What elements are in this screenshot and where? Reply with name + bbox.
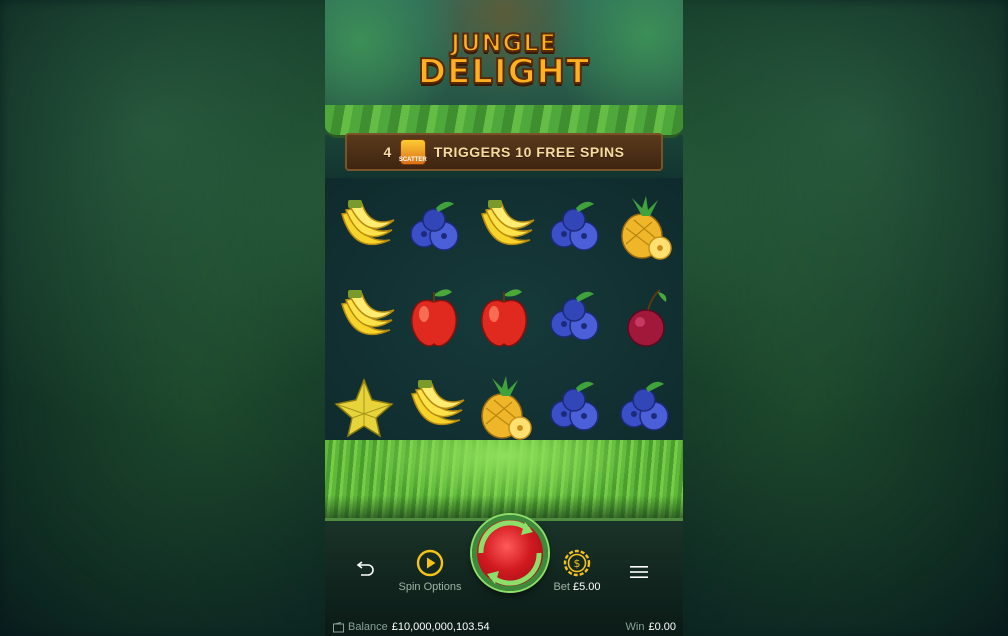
blueberry-icon	[410, 201, 459, 251]
back-button[interactable]	[355, 561, 375, 577]
balance-label: Balance	[348, 621, 388, 633]
reel-area	[325, 178, 683, 450]
free-spins-banner: 4 SCATTER TRIGGERS 10 FREE SPINS	[345, 133, 663, 171]
pineapple-icon	[481, 376, 532, 440]
reel-symbol-banana	[329, 184, 399, 274]
spin-icon	[478, 520, 542, 586]
control-bar: Spin Options $ Bet £5.00 Balance £10,000…	[325, 515, 683, 636]
banner-text: TRIGGERS 10 FREE SPINS	[433, 144, 625, 160]
banana-icon	[411, 380, 465, 425]
bet-value: £5.00	[573, 581, 601, 593]
logo-line1: JUNGLE	[450, 28, 557, 57]
reel-symbol-apple	[469, 274, 539, 364]
banana-icon	[341, 200, 395, 245]
reel-symbol-pineapple	[609, 184, 679, 274]
hamburger-icon	[630, 566, 648, 578]
spin-button[interactable]	[472, 515, 548, 591]
apple-icon	[411, 289, 457, 347]
reel-symbol-banana	[469, 184, 539, 274]
reel-grid	[329, 184, 679, 454]
logo-line2: DELIGHT	[417, 51, 591, 92]
scatter-badge-label: SCATTER	[398, 157, 427, 163]
game-logo: JUNGLE DELIGHT	[417, 22, 590, 97]
reel-symbol-blueberry	[539, 184, 609, 274]
win-label: Win	[625, 621, 645, 633]
play-circle-icon	[416, 549, 444, 577]
blueberry-icon	[550, 201, 599, 251]
win-value: £0.00	[648, 621, 676, 633]
grass-foreground	[325, 440, 683, 520]
balance-value: £10,000,000,103.54	[391, 621, 490, 633]
undo-arrow-icon	[356, 561, 374, 576]
reel-symbol-banana	[329, 274, 399, 364]
banner-count: 4	[383, 144, 392, 160]
reel-symbol-blueberry	[399, 184, 469, 274]
spin-options-label: Spin Options	[398, 581, 462, 593]
apple-icon	[481, 289, 527, 347]
spin-options-button[interactable]: Spin Options	[385, 549, 475, 593]
banana-icon	[341, 290, 395, 335]
pineapple-icon	[621, 196, 672, 260]
reel-symbol-blueberry	[539, 274, 609, 364]
scatter-icon: SCATTER	[398, 139, 427, 165]
coin-icon: $	[563, 549, 591, 577]
win-display: Win £0.00	[626, 621, 676, 633]
blueberry-icon	[550, 291, 599, 341]
status-footer: Balance £10,000,000,103.54 Win £0.00	[325, 615, 683, 636]
reel-symbol-plum	[609, 274, 679, 364]
bet-label: Bet	[553, 581, 570, 593]
svg-text:$: $	[574, 557, 581, 570]
reel-symbol-apple	[399, 274, 469, 364]
bet-display: Bet £5.00	[553, 581, 600, 593]
game-viewport: JUNGLE DELIGHT 4 SCATTER TRIGGERS 10 FRE…	[325, 0, 683, 636]
wallet-icon	[333, 621, 344, 632]
bet-button[interactable]: $ Bet £5.00	[547, 549, 607, 593]
starfruit-icon	[334, 377, 394, 438]
blueberry-icon	[550, 381, 599, 431]
banana-icon	[481, 200, 535, 245]
plum-icon	[627, 289, 667, 347]
menu-button[interactable]	[630, 565, 648, 579]
balance-display: Balance £10,000,000,103.54	[333, 621, 490, 633]
blueberry-icon	[620, 381, 669, 431]
